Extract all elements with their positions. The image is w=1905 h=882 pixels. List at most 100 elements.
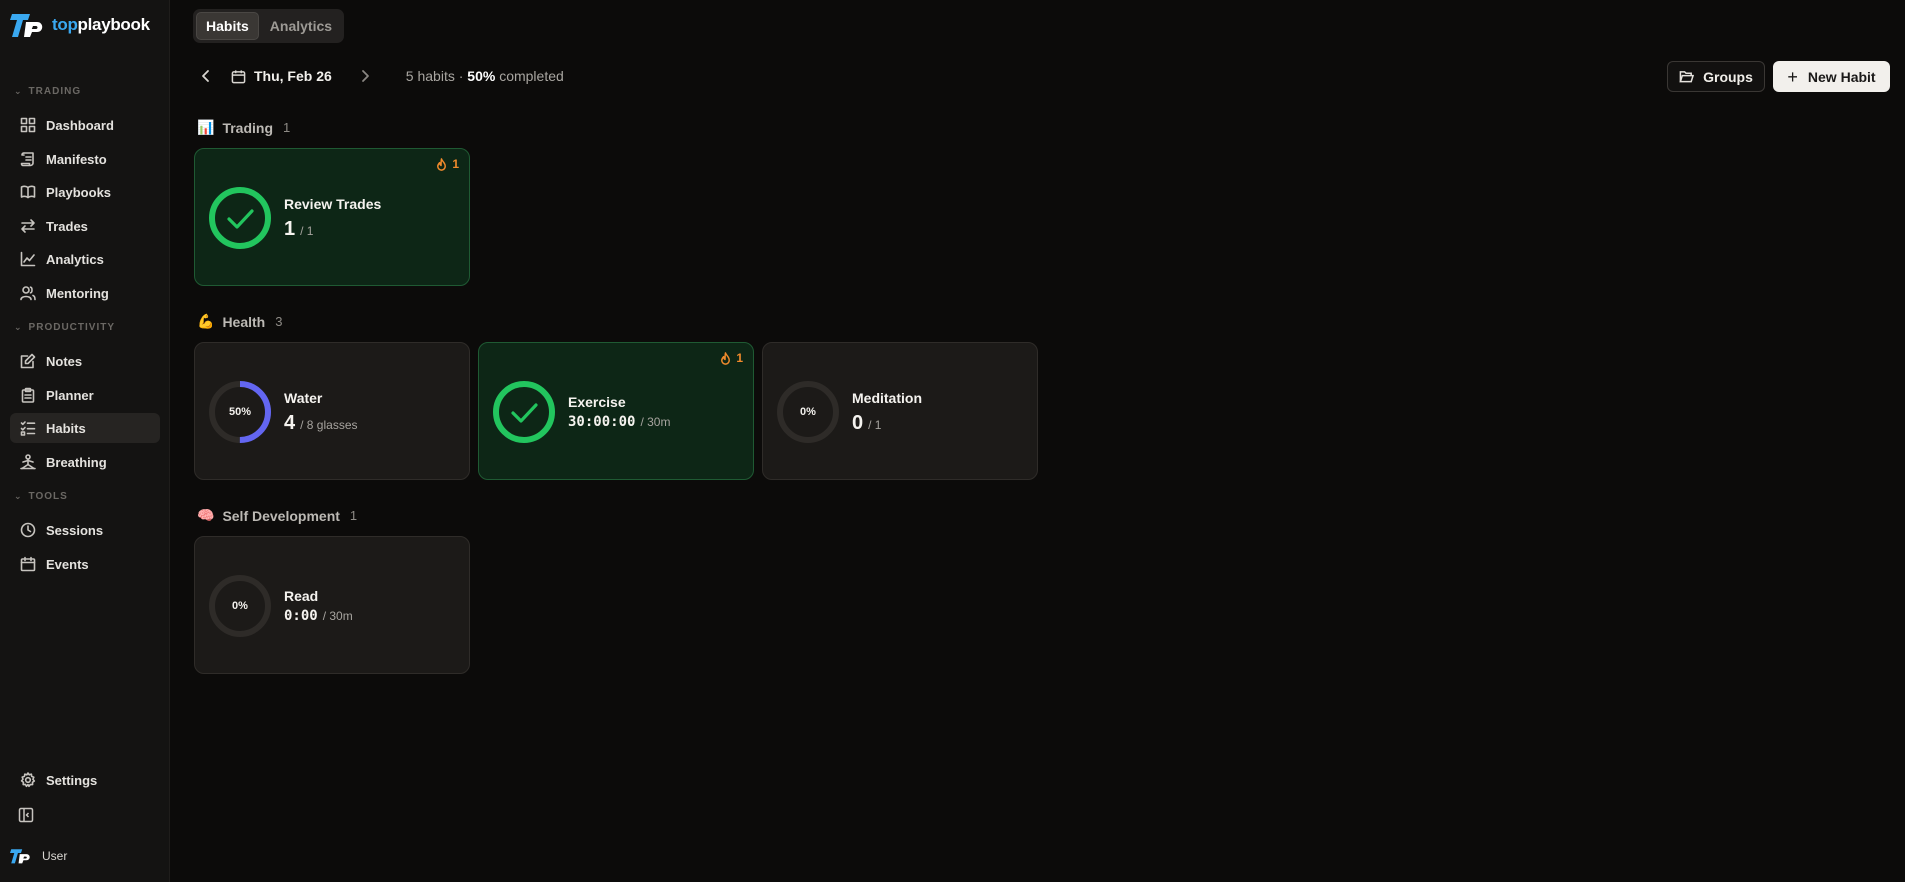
sidebar-item-events[interactable]: Events [10, 549, 160, 579]
habit-progress: 30:00:00 / 30m [568, 414, 670, 430]
sidebar: topplaybook ⌄ TRADING Dashboard Manifesto… [0, 0, 170, 882]
next-day-button[interactable] [352, 63, 378, 89]
sidebar-item-analytics[interactable]: Analytics [10, 244, 160, 274]
group-count: 3 [275, 314, 283, 329]
habit-card-water[interactable]: 50% Water 4 / 8 glasses [194, 342, 470, 480]
collapse-sidebar-button[interactable] [18, 807, 38, 827]
sidebar-item-label: Sessions [46, 522, 104, 538]
habit-card-read[interactable]: 0% Read 0:00 / 30m [194, 536, 470, 674]
habit-progress: 0:00 / 30m [284, 608, 353, 624]
current-date: Thu, Feb 26 [254, 68, 332, 84]
streak-badge: 1 [435, 157, 459, 171]
gear-icon [20, 772, 36, 788]
chevron-right-icon [361, 70, 369, 82]
groups-button[interactable]: Groups [1667, 61, 1765, 92]
logo-icon [10, 14, 43, 37]
sidebar-item-label: Breathing [46, 454, 107, 470]
habit-value: 0 [852, 412, 864, 434]
sidebar-item-label: Habits [46, 420, 86, 436]
book-icon [20, 185, 36, 199]
new-habit-button[interactable]: + New Habit [1773, 61, 1890, 92]
plus-icon: + [1787, 66, 1798, 87]
sidebar-item-habits[interactable]: Habits [10, 413, 160, 443]
completion-summary: 5 habits · 50% completed [406, 68, 564, 84]
sidebar-item-planner[interactable]: Planner [10, 380, 160, 410]
sidebar-item-dashboard[interactable]: Dashboard [10, 110, 160, 140]
date-navigation: Thu, Feb 26 5 habits · 50% completed [193, 62, 564, 90]
sidebar-item-sessions[interactable]: Sessions [10, 515, 160, 545]
habit-value: 30:00:00 [568, 414, 636, 430]
habit-value: 4 [284, 412, 296, 434]
chart-icon [20, 251, 36, 267]
tab-analytics[interactable]: Analytics [261, 12, 341, 40]
users-icon [20, 286, 36, 301]
sidebar-item-notes[interactable]: Notes [10, 346, 160, 376]
user-name: User [42, 849, 68, 863]
habit-target: / 1 [868, 418, 882, 432]
progress-percent: 50% [228, 406, 252, 418]
habit-card-exercise[interactable]: 1 Exercise 30:00:00 / 30m [478, 342, 754, 480]
section-label: TRADING [28, 86, 82, 97]
group-name: Health [222, 313, 266, 330]
sidebar-item-label: Planner [46, 387, 94, 403]
group-name: Self Development [222, 507, 340, 524]
previous-day-button[interactable] [193, 63, 219, 89]
sidebar-item-label: Dashboard [46, 117, 114, 133]
habit-card-meditation[interactable]: 0% Meditation 0 / 1 [762, 342, 1038, 480]
summary-suffix: completed [495, 68, 564, 84]
habit-name: Meditation [852, 390, 922, 406]
date-picker[interactable]: Thu, Feb 26 [231, 68, 332, 84]
clock-icon [20, 522, 36, 538]
sidebar-item-settings[interactable]: Settings [10, 765, 160, 795]
habit-progress: 4 / 8 glasses [284, 412, 358, 435]
habit-target: / 30m [640, 415, 671, 429]
progress-ring [209, 187, 271, 249]
flame-icon [437, 157, 447, 171]
dashboard-icon [20, 117, 36, 133]
habit-name: Water [284, 390, 323, 406]
sidebar-item-mentoring[interactable]: Mentoring [10, 278, 160, 308]
group-header-trading: 📊 Trading 1 [197, 119, 290, 136]
section-productivity[interactable]: ⌄ PRODUCTIVITY [14, 322, 115, 333]
arrows-icon [21, 219, 35, 233]
habit-target: / 8 glasses [300, 418, 358, 432]
progress-ring-track [493, 381, 555, 443]
brain-icon: 🧠 [197, 507, 215, 523]
chevron-down-icon: ⌄ [14, 491, 23, 501]
section-trading[interactable]: ⌄ TRADING [14, 86, 81, 97]
group-count: 1 [283, 120, 291, 135]
sidebar-item-breathing[interactable]: Breathing [10, 447, 160, 477]
new-habit-label: New Habit [1807, 68, 1876, 85]
section-tools[interactable]: ⌄ TOOLS [14, 491, 68, 502]
habit-value: 1 [284, 218, 296, 240]
note-icon [20, 353, 36, 369]
habit-card-review-trades[interactable]: 1 Review Trades 1 / 1 [194, 148, 470, 286]
brand-name: topplaybook [52, 15, 150, 35]
main-content: Habits Analytics Thu, Feb 26 5 habits · … [171, 0, 1905, 882]
progress-ring-track [209, 187, 271, 249]
bar-chart-icon: 📊 [197, 119, 215, 135]
habit-progress: 1 / 1 [284, 218, 313, 241]
summary-prefix: 5 habits · [405, 68, 468, 84]
sidebar-item-label: Trades [46, 218, 88, 234]
tab-habits[interactable]: Habits [196, 12, 259, 40]
habit-target: / 30m [322, 609, 353, 623]
sidebar-item-label: Playbooks [46, 184, 112, 200]
sidebar-item-manifesto[interactable]: Manifesto [10, 144, 160, 174]
summary-percent: 50% [467, 68, 496, 84]
habit-name: Read [284, 588, 319, 604]
habit-progress: 0 / 1 [852, 412, 881, 435]
brand-name-part2: playbook [77, 15, 151, 34]
habit-name: Review Trades [284, 196, 382, 212]
streak-count: 1 [452, 157, 459, 171]
section-label: PRODUCTIVITY [28, 322, 115, 333]
progress-ring [493, 381, 555, 443]
brand-logo[interactable]: topplaybook [10, 10, 150, 40]
sidebar-item-trades[interactable]: Trades [10, 211, 160, 241]
person-icon [20, 454, 36, 470]
user-menu[interactable]: User [10, 846, 67, 866]
sidebar-item-playbooks[interactable]: Playbooks [10, 177, 160, 207]
chevron-left-icon [202, 70, 209, 82]
scroll-icon [20, 152, 34, 167]
sidebar-item-label: Notes [46, 353, 83, 369]
